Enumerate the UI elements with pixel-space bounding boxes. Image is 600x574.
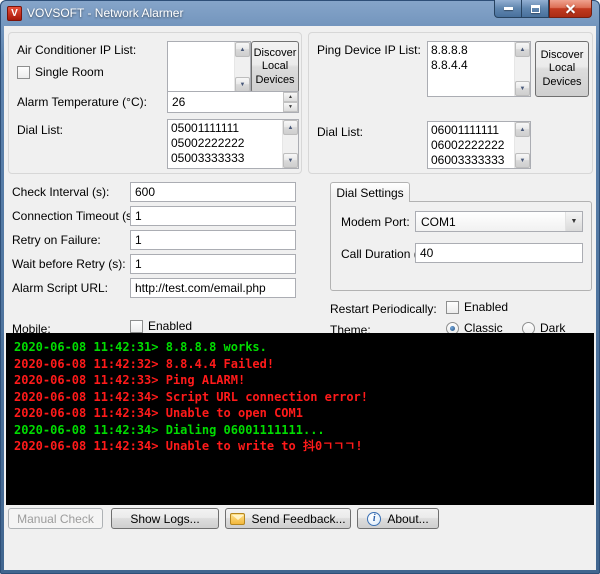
check-interval-input[interactable] [130, 182, 296, 202]
app-window: V VOVSOFT - Network Alarmer Air Conditio… [0, 0, 600, 574]
checkbox-icon [130, 320, 143, 333]
console-line: 2020-06-08 11:42:34> Unable to write to … [14, 438, 586, 455]
manual-check-label: Manual Check [17, 512, 94, 526]
alarm-temperature-input[interactable] [168, 92, 283, 112]
discover-local-devices-button-right[interactable]: Discover Local Devices [535, 41, 589, 97]
dial-list-label-right: Dial List: [317, 125, 363, 139]
dial-list-input-right[interactable]: 06001111111 06002222222 06003333333 [428, 122, 514, 168]
ping-ip-list-input[interactable]: 8.8.8.8 8.8.4.4 [428, 42, 514, 96]
show-logs-button[interactable]: Show Logs... [111, 508, 219, 529]
envelope-icon [230, 513, 245, 525]
modem-port-value: COM1 [421, 215, 456, 229]
checkbox-icon [17, 66, 30, 79]
about-label: About... [387, 512, 428, 526]
connection-timeout-label: Connection Timeout (s): [12, 209, 139, 223]
send-feedback-label: Send Feedback... [251, 512, 345, 526]
restart-enabled-label: Enabled [464, 300, 508, 314]
minimize-icon [504, 7, 513, 10]
alarm-script-url-input[interactable] [130, 278, 296, 298]
dial-list-scrollbar-left[interactable]: ▲ ▼ [282, 120, 298, 168]
ac-ip-scrollbar[interactable]: ▲ ▼ [234, 42, 250, 92]
ping-ip-list-label: Ping Device IP List: [317, 43, 421, 57]
window-controls [494, 0, 592, 18]
modem-port-label: Modem Port: [341, 215, 410, 229]
ping-device-group: Ping Device IP List: 8.8.8.8 8.8.4.4 ▲ ▼… [308, 32, 593, 174]
ping-ip-scrollbar[interactable]: ▲ ▼ [514, 42, 530, 96]
dial-list-box-left: 05001111111 05002222222 05003333333 ▲ ▼ [167, 119, 299, 169]
console-line: 2020-06-08 11:42:32> 8.8.4.4 Failed! [14, 356, 586, 373]
console-line: 2020-06-08 11:42:34> Unable to open COM1 [14, 405, 586, 422]
console-line: 2020-06-08 11:42:34> Script URL connecti… [14, 389, 586, 406]
scroll-down-icon[interactable]: ▼ [283, 153, 298, 168]
scroll-down-icon[interactable]: ▼ [515, 153, 530, 168]
retry-on-failure-label: Retry on Failure: [12, 233, 101, 247]
console-line: 2020-06-08 11:42:33> Ping ALARM! [14, 372, 586, 389]
dial-list-scrollbar-right[interactable]: ▲ ▼ [514, 122, 530, 168]
check-interval-label: Check Interval (s): [12, 185, 109, 199]
ac-ip-list-box: ▲ ▼ [167, 41, 251, 93]
client-area: Air Conditioner IP List: ▲ ▼ Discover Lo… [4, 26, 596, 570]
checkbox-icon [446, 301, 459, 314]
modem-port-select[interactable]: COM1 ▼ [415, 211, 583, 232]
mobile-enabled-checkbox[interactable]: Enabled [130, 319, 192, 333]
scroll-up-icon[interactable]: ▲ [515, 122, 530, 137]
air-conditioner-group: Air Conditioner IP List: ▲ ▼ Discover Lo… [8, 32, 302, 174]
scroll-up-icon[interactable]: ▲ [235, 42, 250, 57]
manual-check-button[interactable]: Manual Check [8, 508, 103, 529]
spin-down-icon[interactable]: ▼ [283, 102, 298, 112]
call-duration-input[interactable] [415, 243, 583, 263]
chevron-down-icon: ▼ [565, 212, 582, 231]
scroll-up-icon[interactable]: ▲ [283, 120, 298, 135]
close-button[interactable] [549, 0, 592, 18]
wait-before-retry-label: Wait before Retry (s): [12, 257, 126, 271]
spin-up-icon[interactable]: ▲ [283, 92, 298, 102]
console-line: 2020-06-08 11:42:31> 8.8.8.8 works. [14, 339, 586, 356]
restart-enabled-checkbox[interactable]: Enabled [446, 300, 508, 314]
wait-before-retry-input[interactable] [130, 254, 296, 274]
ac-ip-list-input[interactable] [168, 42, 234, 92]
window-title: VOVSOFT - Network Alarmer [27, 6, 183, 20]
discover-local-devices-button-left[interactable]: Discover Local Devices [251, 41, 299, 93]
retry-on-failure-input[interactable] [130, 230, 296, 250]
ping-ip-list-box: 8.8.8.8 8.8.4.4 ▲ ▼ [427, 41, 531, 97]
connection-timeout-input[interactable] [130, 206, 296, 226]
send-feedback-button[interactable]: Send Feedback... [225, 508, 351, 529]
close-icon [566, 4, 575, 13]
single-room-label: Single Room [35, 65, 104, 79]
ac-ip-list-label: Air Conditioner IP List: [17, 43, 136, 57]
alarm-script-url-label: Alarm Script URL: [12, 281, 108, 295]
alarm-temperature-spinner: ▲ ▼ [283, 92, 298, 112]
restart-periodically-label: Restart Periodically: [330, 302, 437, 316]
dial-settings-tab-label: Dial Settings [336, 186, 403, 200]
console-log: 2020-06-08 11:42:31> 8.8.8.8 works.2020-… [6, 333, 594, 505]
scroll-down-icon[interactable]: ▼ [515, 81, 530, 96]
tab-dial-settings[interactable]: Dial Settings [330, 182, 410, 202]
dial-list-label-left: Dial List: [17, 123, 63, 137]
mobile-enabled-label: Enabled [148, 319, 192, 333]
console-line: 2020-06-08 11:42:34> Dialing 06001111111… [14, 422, 586, 439]
scroll-up-icon[interactable]: ▲ [515, 42, 530, 57]
info-icon: i [367, 512, 381, 526]
scroll-down-icon[interactable]: ▼ [235, 77, 250, 92]
maximize-icon [531, 5, 540, 13]
dial-list-input-left[interactable]: 05001111111 05002222222 05003333333 [168, 120, 282, 168]
alarm-temperature-label: Alarm Temperature (°C): [17, 95, 147, 109]
app-logo-icon: V [7, 6, 22, 21]
minimize-button[interactable] [494, 0, 522, 18]
alarm-temperature-field: ▲ ▼ [167, 91, 299, 113]
dial-settings-page: Modem Port: COM1 ▼ Call Duration (s): [330, 201, 592, 291]
dial-list-box-right: 06001111111 06002222222 06003333333 ▲ ▼ [427, 121, 531, 169]
show-logs-label: Show Logs... [130, 512, 199, 526]
single-room-checkbox[interactable]: Single Room [17, 65, 104, 79]
maximize-button[interactable] [522, 0, 549, 18]
about-button[interactable]: i About... [357, 508, 439, 529]
